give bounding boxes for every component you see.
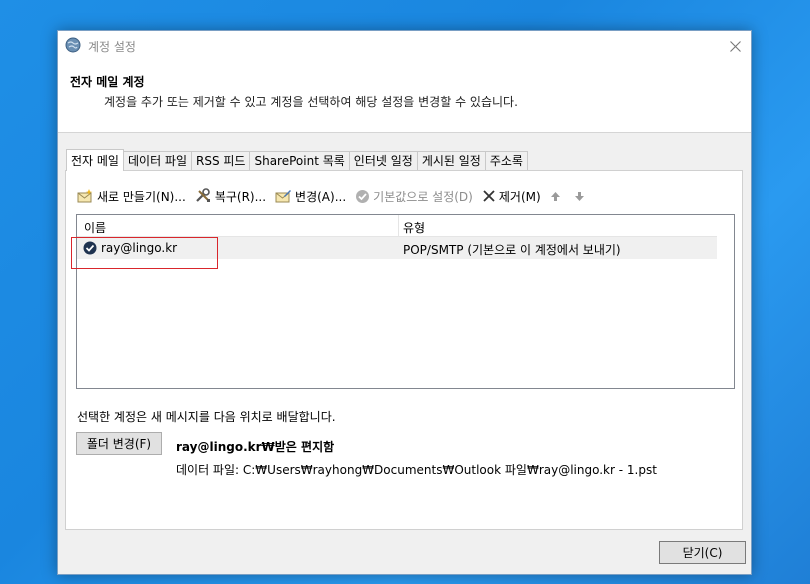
tab-published-calendars[interactable]: 게시된 일정 bbox=[416, 151, 486, 170]
tools-icon bbox=[196, 188, 210, 202]
change-mail-icon bbox=[275, 190, 292, 203]
new-account-button[interactable]: 새로 만들기(N)... bbox=[77, 188, 186, 205]
account-name: ray@lingo.kr bbox=[101, 241, 178, 255]
dialog-header: 전자 메일 계정 계정을 추가 또는 제거할 수 있고 계정을 선택하여 해당 … bbox=[58, 61, 751, 133]
outlook-globe-icon bbox=[65, 37, 81, 53]
data-file-path: 데이터 파일: C:₩Users₩rayhong₩Documents₩Outlo… bbox=[176, 463, 657, 477]
account-settings-dialog: 계정 설정 전자 메일 계정 계정을 추가 또는 제거할 수 있고 계정을 선택… bbox=[57, 30, 752, 575]
delivery-label: 선택한 계정은 새 메시지를 다음 위치로 배달합니다. bbox=[77, 410, 336, 424]
move-down-button[interactable] bbox=[574, 191, 588, 202]
header-subtitle: 계정을 추가 또는 제거할 수 있고 계정을 선택하여 해당 설정을 변경할 수… bbox=[104, 95, 518, 109]
table-row[interactable]: ray@lingo.kr POP/SMTP (기본으로 이 계정에서 보내기) bbox=[77, 237, 717, 259]
delivery-folder: ray@lingo.kr₩받은 편지함 bbox=[176, 440, 335, 454]
tab-data-files[interactable]: 데이터 파일 bbox=[122, 151, 192, 170]
window-title: 계정 설정 bbox=[88, 40, 136, 54]
remove-button[interactable]: 제거(M) bbox=[482, 188, 541, 205]
column-separator bbox=[398, 215, 399, 236]
check-circle-icon bbox=[356, 189, 370, 203]
toolbar: 새로 만들기(N)... 복구(R)... 변경(A)... 기본값으로 설정(… bbox=[77, 186, 597, 206]
move-up-button[interactable] bbox=[550, 191, 564, 202]
title-bar: 계정 설정 bbox=[58, 31, 751, 61]
close-window-button[interactable] bbox=[719, 31, 751, 61]
tab-rss-feeds[interactable]: RSS 피드 bbox=[191, 151, 251, 170]
account-type: POP/SMTP (기본으로 이 계정에서 보내기) bbox=[403, 243, 621, 257]
tab-email[interactable]: 전자 메일 bbox=[66, 149, 124, 171]
set-default-button[interactable]: 기본값으로 설정(D) bbox=[355, 188, 473, 205]
list-header: 이름 유형 bbox=[77, 215, 717, 237]
change-folder-button[interactable]: 폴더 변경(F) bbox=[76, 432, 162, 455]
tab-sharepoint-lists[interactable]: SharePoint 목록 bbox=[249, 151, 350, 170]
remove-x-icon bbox=[483, 190, 495, 202]
repair-button[interactable]: 복구(R)... bbox=[195, 188, 266, 205]
tab-address-books[interactable]: 주소록 bbox=[484, 151, 528, 170]
close-button[interactable]: 닫기(C) bbox=[659, 541, 746, 564]
tab-internet-calendars[interactable]: 인터넷 일정 bbox=[348, 151, 418, 170]
change-button[interactable]: 변경(A)... bbox=[275, 188, 346, 205]
tab-strip: 전자 메일 데이터 파일 RSS 피드 SharePoint 목록 인터넷 일정… bbox=[66, 149, 528, 171]
new-mail-icon bbox=[77, 189, 93, 203]
arrow-up-icon bbox=[550, 191, 560, 201]
account-list[interactable]: 이름 유형 ray@lingo.kr POP/SMTP (기본으로 이 계정에서… bbox=[76, 214, 735, 389]
column-header-type[interactable]: 유형 bbox=[403, 219, 425, 236]
default-account-check-icon bbox=[83, 241, 97, 255]
column-header-name[interactable]: 이름 bbox=[84, 219, 106, 236]
header-title: 전자 메일 계정 bbox=[70, 75, 145, 89]
arrow-down-icon bbox=[574, 191, 584, 201]
close-icon bbox=[729, 40, 741, 52]
